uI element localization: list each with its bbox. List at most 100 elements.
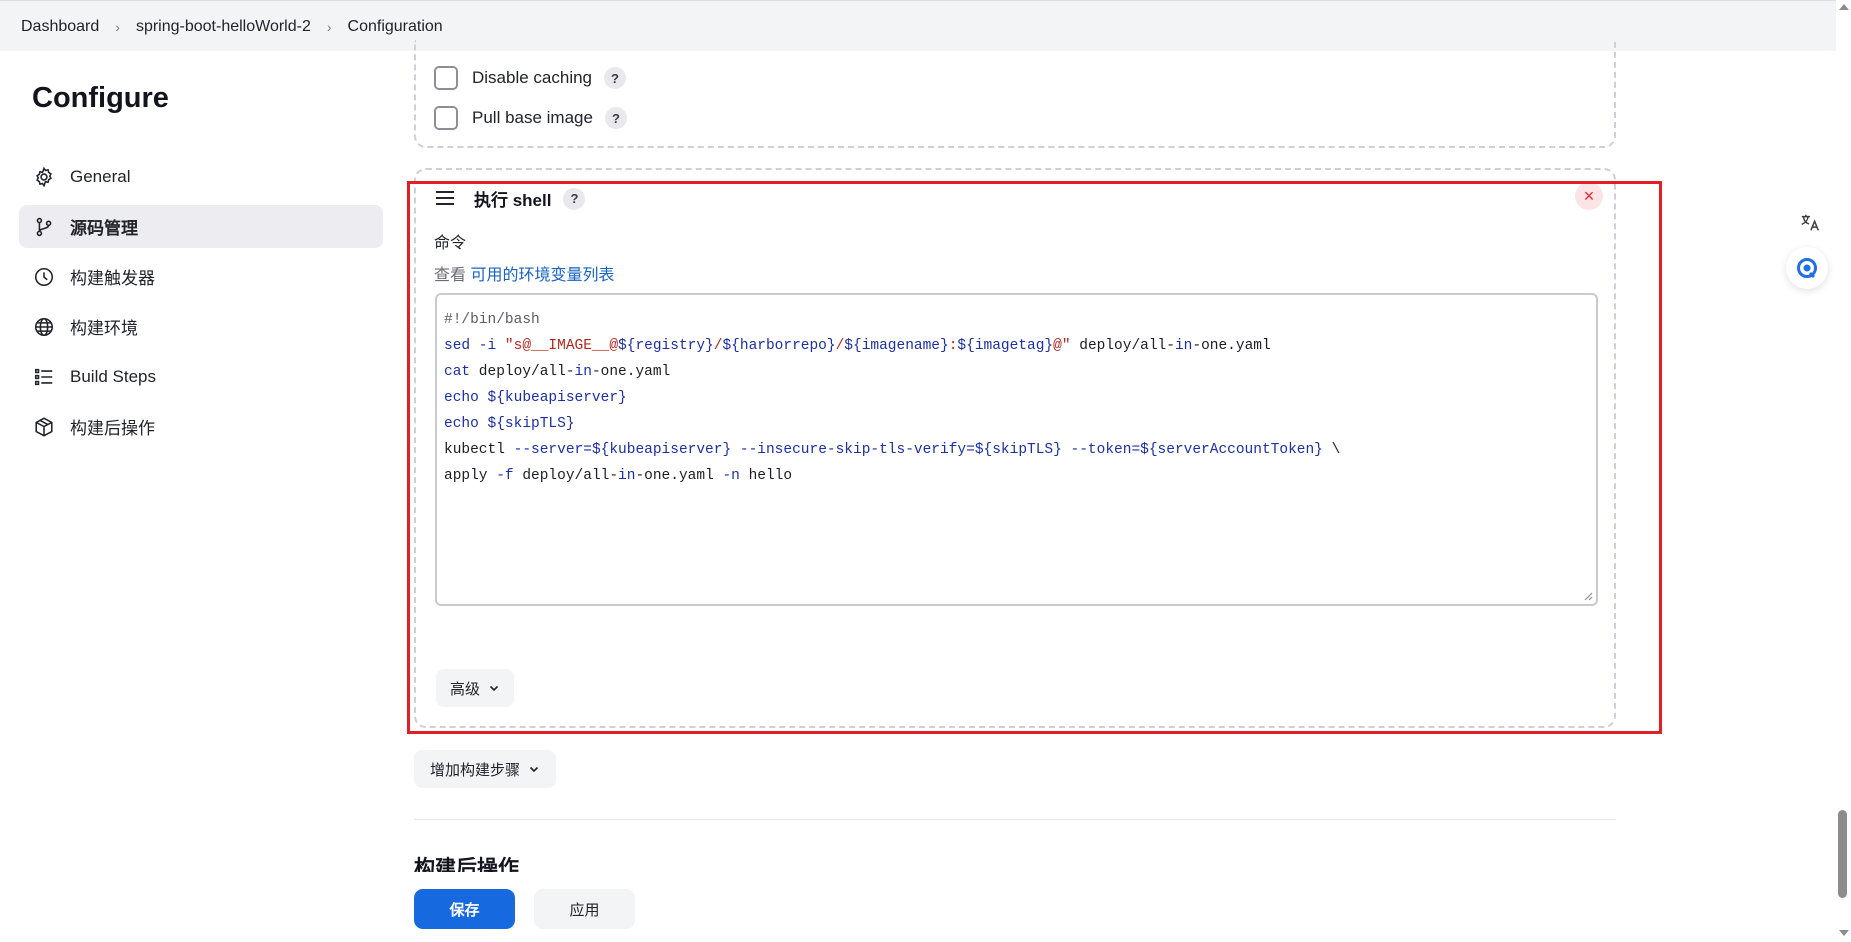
code-token: ${skipTLS} xyxy=(478,416,575,432)
code-line: echo ${kubeapiserver} xyxy=(444,385,1589,411)
sidebar-item-triggers[interactable]: 构建触发器 xyxy=(19,255,383,298)
drag-handle-icon[interactable] xyxy=(436,191,454,205)
command-label: 命令 xyxy=(434,235,467,252)
sidebar-item-post-build[interactable]: 构建后操作 xyxy=(19,405,383,448)
breadcrumb: Dashboard › spring-boot-helloWorld-2 › C… xyxy=(21,1,443,52)
sidebar-item-scm[interactable]: 源码管理 xyxy=(19,205,383,248)
section-divider xyxy=(414,819,1616,820)
code-token: in xyxy=(618,468,636,484)
package-icon xyxy=(32,415,56,439)
code-token: echo xyxy=(444,390,479,406)
sidebar-item-label: Build Steps xyxy=(70,366,156,386)
shell-step-title: 执行 shell ? xyxy=(474,186,586,211)
chevron-right-icon: › xyxy=(326,18,332,35)
code-token: --server=${kubeapiserver} xyxy=(513,442,732,458)
code-token: cat xyxy=(444,364,471,380)
code-token: -one.yaml xyxy=(1192,338,1271,354)
clock-icon xyxy=(32,265,56,289)
sidebar: General 源码管理 构建触发器 构建环境 Build Steps 构建后操… xyxy=(19,155,383,455)
code-token: -n xyxy=(722,468,740,484)
chevron-right-icon: › xyxy=(115,18,120,35)
scrollbar-track[interactable] xyxy=(1836,0,1851,942)
docker-options-card xyxy=(414,40,1616,148)
help-icon[interactable]: ? xyxy=(604,67,627,89)
code-token: in xyxy=(574,364,592,380)
save-button[interactable]: 保存 xyxy=(414,889,515,929)
code-token: / xyxy=(835,338,845,354)
env-vars-link[interactable]: 可用的环境变量列表 xyxy=(470,267,614,284)
scroll-down-arrow-icon[interactable] xyxy=(1839,930,1849,936)
help-icon[interactable]: ? xyxy=(563,187,586,210)
pull-base-image-checkbox[interactable] xyxy=(434,106,458,130)
assistant-icon[interactable] xyxy=(1786,247,1828,289)
code-token: ${imagetag} xyxy=(957,338,1054,354)
chevron-down-icon xyxy=(529,766,539,773)
code-token: -one.yaml xyxy=(591,364,671,380)
code-token: sed -i xyxy=(444,338,505,354)
env-vars-prefix: 查看 xyxy=(434,267,467,284)
resize-grip-icon[interactable] xyxy=(1583,591,1593,601)
breadcrumb-dashboard[interactable]: Dashboard xyxy=(21,18,99,36)
code-line: cat deploy/all-in-one.yaml xyxy=(444,359,1589,385)
shell-step-title-text: 执行 shell xyxy=(474,191,552,210)
code-token: hello xyxy=(739,468,793,484)
code-line: #!/bin/bash xyxy=(444,307,1589,333)
code-line: apply -f deploy/all-in-one.yaml -n hello xyxy=(444,463,1589,489)
code-line: kubectl --server=${kubeapiserver} --inse… xyxy=(444,437,1589,463)
scroll-up-arrow-icon[interactable] xyxy=(1839,4,1849,10)
code-token: deploy/all- xyxy=(1070,338,1175,354)
code-token: #!/bin/bash xyxy=(444,312,540,328)
env-vars-line: 查看 可用的环境变量列表 xyxy=(434,261,614,285)
branch-icon xyxy=(32,215,56,239)
sidebar-item-general[interactable]: General xyxy=(19,155,383,198)
code-token: -f xyxy=(496,468,514,484)
code-token: --insecure-skip-tls-verify=${skipTLS} xyxy=(739,442,1062,458)
breadcrumb-configuration[interactable]: Configuration xyxy=(348,18,443,36)
add-build-step-label: 增加构建步骤 xyxy=(430,761,521,779)
chevron-down-icon xyxy=(489,685,499,692)
post-build-heading: 构建后操作 xyxy=(414,857,519,872)
help-icon[interactable]: ? xyxy=(604,107,627,129)
disable-caching-label[interactable]: Disable caching xyxy=(472,68,592,88)
sidebar-item-label: 构建后操作 xyxy=(70,419,155,438)
command-editor[interactable]: #!/bin/bash sed -i "s@__IMAGE__@${regist… xyxy=(435,293,1598,606)
sidebar-item-label: 构建环境 xyxy=(70,319,138,338)
sidebar-item-label: General xyxy=(70,166,131,186)
code-token: \ xyxy=(1322,442,1341,458)
pull-base-image-row: Pull base image ? xyxy=(434,106,627,130)
code-token: --token=${serverAccountToken} xyxy=(1070,442,1323,458)
code-token: apply xyxy=(444,468,497,484)
code-token: ${harborrepo} xyxy=(722,338,836,354)
code-token: deploy/all- xyxy=(470,364,575,380)
translate-icon[interactable] xyxy=(1789,202,1831,244)
code-token: in xyxy=(1174,338,1193,354)
list-icon xyxy=(32,365,56,389)
gear-icon xyxy=(32,165,56,189)
breadcrumb-job[interactable]: spring-boot-helloWorld-2 xyxy=(136,18,311,36)
disable-caching-checkbox[interactable] xyxy=(434,66,458,90)
add-build-step-button[interactable]: 增加构建步骤 xyxy=(414,750,557,788)
globe-icon xyxy=(32,315,56,339)
close-icon[interactable]: × xyxy=(1575,182,1603,210)
sidebar-item-environment[interactable]: 构建环境 xyxy=(19,305,383,348)
scrollbar-thumb[interactable] xyxy=(1838,810,1847,898)
page-title: Configure xyxy=(32,82,169,114)
pull-base-image-label[interactable]: Pull base image xyxy=(472,108,593,128)
advanced-button[interactable]: 高级 xyxy=(436,669,515,707)
disable-caching-row: Disable caching ? xyxy=(434,66,627,90)
code-token: -one.yaml xyxy=(635,468,723,484)
code-token: ${imagename} xyxy=(844,338,949,354)
code-token: ${kubeapiserver} xyxy=(478,390,627,406)
sidebar-item-label: 构建触发器 xyxy=(70,269,155,288)
apply-button[interactable]: 应用 xyxy=(534,889,635,929)
sidebar-item-build-steps[interactable]: Build Steps xyxy=(19,355,383,398)
code-token: "s@__IMAGE__@ xyxy=(504,338,619,354)
sidebar-item-label: 源码管理 xyxy=(70,219,138,238)
code-line: echo ${skipTLS} xyxy=(444,411,1589,437)
code-line: sed -i "s@__IMAGE__@${registry} /${harbor… xyxy=(444,333,1589,359)
advanced-label: 高级 xyxy=(450,680,481,698)
code-token: @" xyxy=(1053,338,1071,354)
code-token: deploy/all- xyxy=(513,468,619,484)
code-token: echo xyxy=(444,416,479,432)
